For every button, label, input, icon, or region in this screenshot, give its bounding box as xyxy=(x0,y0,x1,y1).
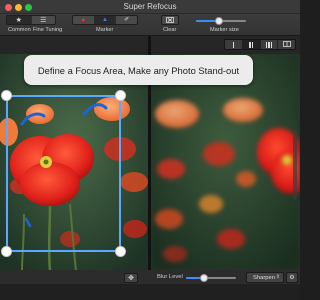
add-marker-button[interactable]: ▲ xyxy=(73,16,94,24)
sharpen-dropdown-value: Sharpen xyxy=(253,274,275,281)
status-bar xyxy=(0,284,300,300)
marker-size-slider-knob[interactable] xyxy=(215,17,223,25)
focus-handle-top-left[interactable] xyxy=(1,90,12,101)
chevron-updown-icon: ⇕ xyxy=(275,274,280,280)
fine-tuning-mode-button[interactable]: ☰ xyxy=(30,16,56,24)
marker-size-label: Marker size xyxy=(210,27,239,33)
triple-pane-icon xyxy=(265,41,273,48)
bottom-control-bar: ✥ Blur Level Sharpen ⇕ ⚙ xyxy=(0,270,300,284)
clear-button[interactable] xyxy=(161,15,179,25)
clear-icon xyxy=(162,16,178,24)
settings-button[interactable]: ⚙ xyxy=(286,272,298,283)
marker-segmented-control: ▲ ▲ ✐ xyxy=(72,15,138,25)
split-pane-icon xyxy=(249,41,254,48)
refocused-preview-pane[interactable] xyxy=(151,54,300,270)
title-bar: Super Refocus xyxy=(0,0,300,14)
marker-size-slider[interactable] xyxy=(196,17,246,25)
focus-area-frame[interactable] xyxy=(6,95,121,252)
gear-icon: ⚙ xyxy=(289,275,295,281)
blur-level-slider[interactable] xyxy=(186,274,236,282)
blue-marker-icon: ▲ xyxy=(102,17,108,23)
remove-marker-button[interactable]: ▲ xyxy=(93,16,116,24)
clear-label: Clear xyxy=(163,27,177,33)
mode-segmented-control: ★ ☰ xyxy=(6,15,56,25)
window-title: Super Refocus xyxy=(123,2,177,11)
preview-scrollbar[interactable] xyxy=(293,130,297,200)
red-marker-icon: ▲ xyxy=(80,17,87,23)
marker-label: Marker xyxy=(96,27,114,33)
fine-tuning-label: Fine Tuning xyxy=(33,27,63,33)
focus-handle-top-right[interactable] xyxy=(115,90,126,101)
eraser-icon: ✐ xyxy=(124,17,130,23)
blur-level-slider-knob[interactable] xyxy=(200,274,208,282)
star-icon: ★ xyxy=(15,16,22,24)
sharpen-dropdown[interactable]: Sharpen ⇕ xyxy=(246,272,284,283)
focus-handle-bottom-right[interactable] xyxy=(115,246,126,257)
focus-handle-bottom-left[interactable] xyxy=(1,246,12,257)
single-pane-icon xyxy=(232,41,235,48)
blur-level-label: Blur Level xyxy=(157,274,183,280)
erase-marker-button[interactable]: ✐ xyxy=(115,16,137,24)
side-view-button[interactable] xyxy=(277,40,295,49)
list-icon: ☰ xyxy=(40,16,47,24)
view-mode-segmented-control xyxy=(224,39,296,50)
side-pane-icon xyxy=(282,40,291,49)
common-label: Common xyxy=(8,27,31,33)
single-view-button[interactable] xyxy=(225,40,242,49)
common-mode-button[interactable]: ★ xyxy=(7,16,31,24)
move-tool-button[interactable]: ✥ xyxy=(124,273,138,283)
poppy-photo-refocused xyxy=(151,54,300,270)
original-image-pane[interactable] xyxy=(0,54,148,270)
split-view-button[interactable] xyxy=(241,40,260,49)
toolbar: ★ ☰ Common Fine Tuning ▲ ▲ ✐ Marker Clea… xyxy=(0,14,300,36)
feature-banner: Define a Focus Area, Make any Photo Stan… xyxy=(24,55,253,85)
move-icon: ✥ xyxy=(128,275,134,282)
triple-view-button[interactable] xyxy=(259,40,278,49)
